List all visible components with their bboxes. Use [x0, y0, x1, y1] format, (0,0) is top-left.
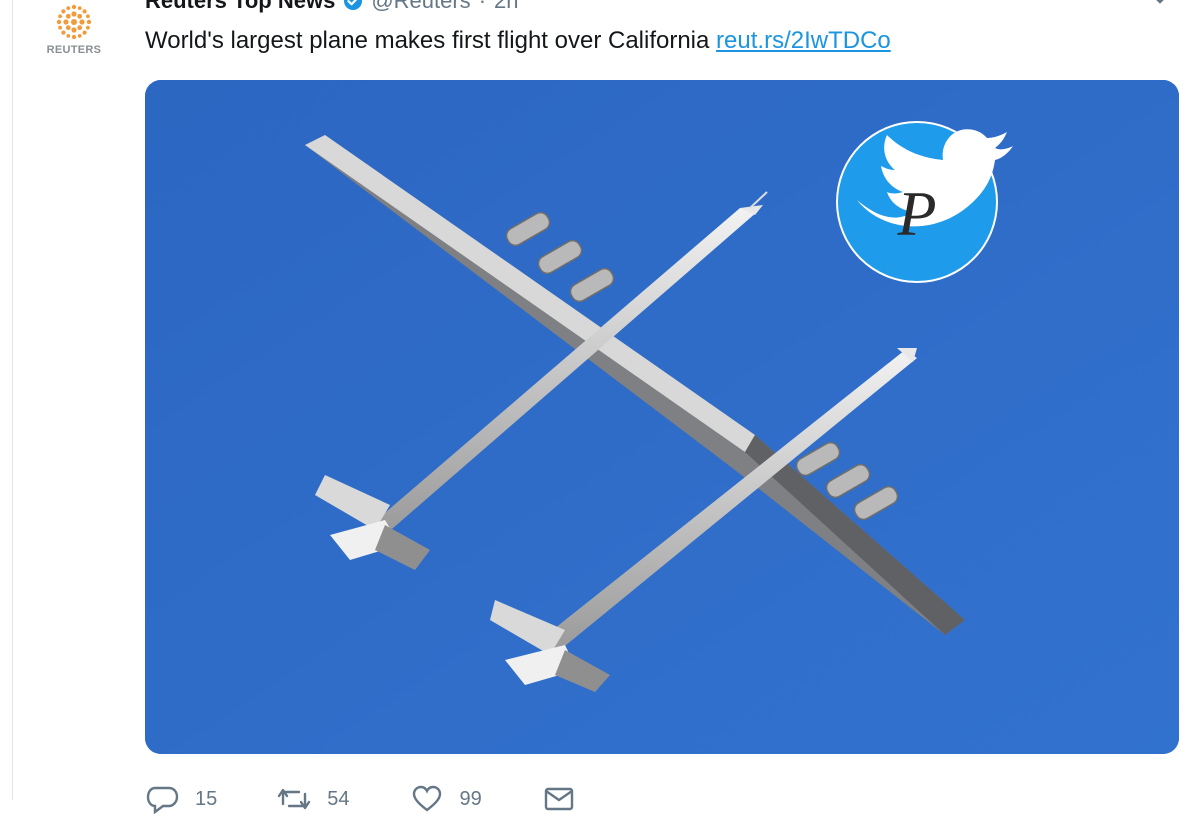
reuters-logo-icon — [56, 4, 92, 40]
tweet-link[interactable]: reut.rs/2IwTDCo — [716, 27, 891, 54]
timeline-divider — [12, 0, 13, 800]
retweet-button[interactable]: 54 — [277, 784, 350, 814]
like-button[interactable]: 99 — [410, 784, 482, 814]
like-count: 99 — [459, 787, 482, 810]
verified-badge-icon — [344, 0, 363, 10]
tweet-body: World's largest plane makes first flight… — [145, 27, 710, 54]
avatar-wordmark: REUTERS — [46, 44, 102, 56]
author-name[interactable]: Reuters Top News — [145, 0, 335, 14]
tweet-media-photo[interactable]: P — [145, 80, 1179, 754]
time-separator: · — [478, 0, 487, 13]
reuters-avatar[interactable]: REUTERS — [38, 0, 110, 72]
tweet-text: World's largest plane makes first flight… — [145, 26, 891, 56]
retweet-count: 54 — [327, 787, 350, 810]
tweet-actions: 15 54 99 — [145, 784, 652, 814]
plane-photo: P — [145, 80, 1179, 754]
message-button[interactable] — [542, 784, 592, 814]
chevron-down-icon[interactable] — [1146, 0, 1174, 8]
reply-button[interactable]: 15 — [145, 784, 217, 814]
reply-count: 15 — [195, 787, 218, 810]
author-handle[interactable]: @Reuters — [371, 0, 470, 14]
tweet-timestamp[interactable]: 2h — [494, 0, 518, 14]
tweet-header: Reuters Top News @Reuters · 2h — [145, 0, 519, 16]
reply-icon — [146, 786, 179, 814]
heart-icon — [412, 785, 441, 812]
watermark-letter: P — [896, 178, 936, 249]
envelope-icon — [544, 787, 573, 811]
retweet-icon — [278, 788, 311, 810]
